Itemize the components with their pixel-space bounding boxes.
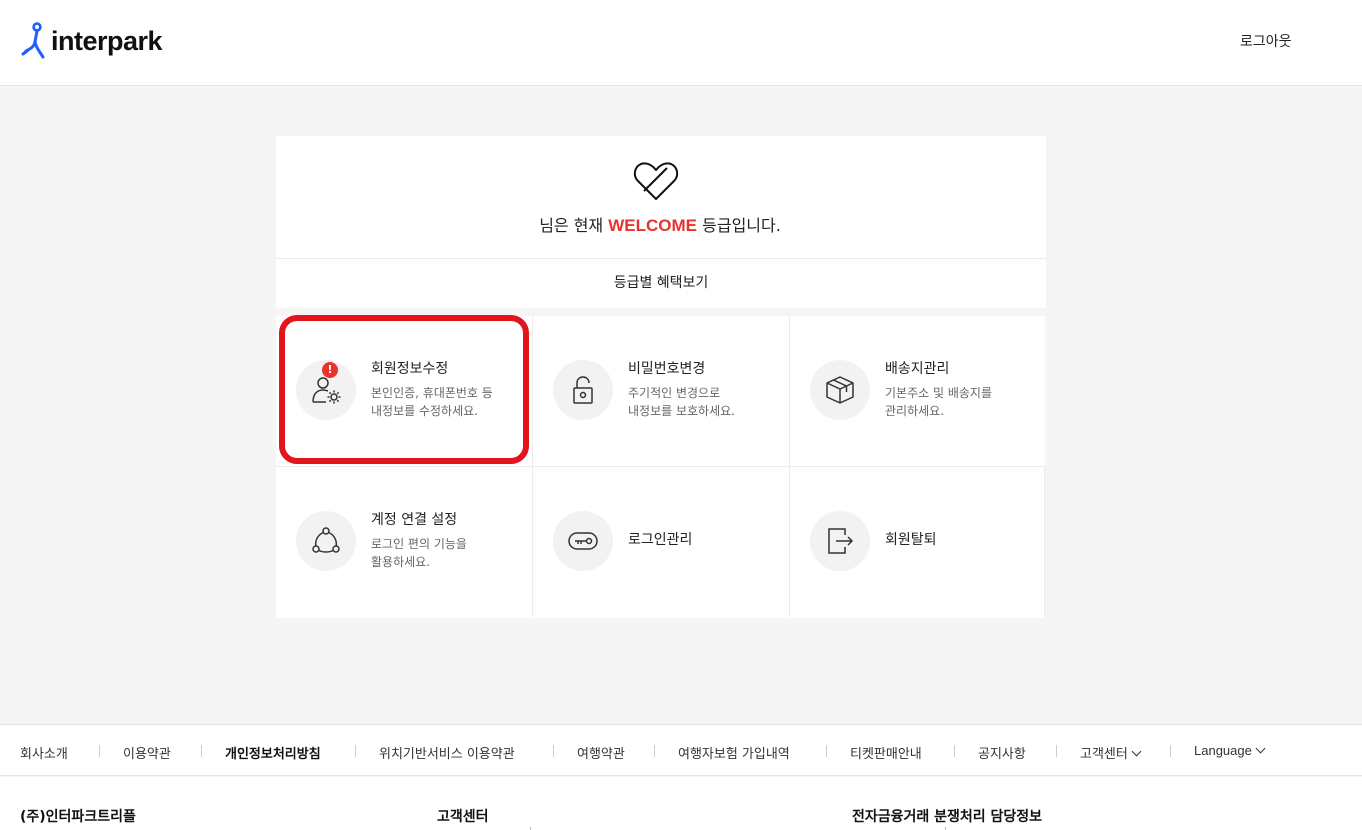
footer-nav: 회사소개 이용약관 개인정보처리방침 위치기반서비스 이용약관 여행약관 여행자… <box>0 724 1362 776</box>
exit-icon <box>810 511 870 571</box>
footer-language-dropdown[interactable]: Language <box>1194 743 1266 758</box>
grade-message: 님은 현재 WELCOME 등급입니다. <box>276 212 1046 236</box>
logo-text: interpark <box>51 25 163 56</box>
divider <box>99 745 100 757</box>
menu-title: 로그인관리 <box>628 532 693 548</box>
heart-icon <box>633 162 679 200</box>
dropdown-label: 고객센터 <box>1080 747 1128 762</box>
menu-desc-line: 내정보를 수정하세요. <box>371 404 478 418</box>
menu-description: 본인인증, 휴대폰번호 등 내정보를 수정하세요. <box>371 384 493 420</box>
divider <box>1170 745 1171 757</box>
grade-name: WELCOME <box>608 216 698 235</box>
menu-desc-line: 로그인 편의 기능을 <box>371 537 467 551</box>
menu-shipping-address[interactable]: 배송지관리 기본주소 및 배송지를 관리하세요. <box>789 316 1045 466</box>
menu-title: 계정 연결 설정 <box>371 512 458 528</box>
footer-link-notice[interactable]: 공지사항 <box>978 743 1026 762</box>
menu-change-password[interactable]: 비밀번호변경 주기적인 변경으로 내정보를 보호하세요. <box>532 316 789 466</box>
grade-suffix: 등급입니다. <box>702 216 781 235</box>
divider <box>954 745 955 757</box>
divider <box>1056 745 1057 757</box>
alert-badge: ! <box>322 362 338 378</box>
box-icon <box>810 360 870 420</box>
logo-mark-icon <box>21 22 45 59</box>
chevron-down-icon <box>1131 746 1142 757</box>
dispute-info-heading: 전자금융거래 분쟁처리 담당정보 <box>852 809 1043 825</box>
company-name: (주)인터파크트리플 <box>20 809 136 825</box>
footer-link-ticket-info[interactable]: 티켓판매안내 <box>850 743 922 762</box>
grade-prefix: 님은 현재 <box>539 216 604 235</box>
divider <box>201 745 202 757</box>
footer-link-travel-terms[interactable]: 여행약관 <box>577 743 625 762</box>
interpark-logo[interactable]: interpark <box>20 22 163 60</box>
menu-description: 로그인 편의 기능을 활용하세요. <box>371 535 467 571</box>
divider <box>826 745 827 757</box>
menu-description: 주기적인 변경으로 내정보를 보호하세요. <box>628 384 735 420</box>
menu-withdraw[interactable]: 회원탈퇴 <box>789 467 1045 617</box>
grade-benefits-link[interactable]: 등급별 혜택보기 <box>276 259 1046 308</box>
divider <box>553 745 554 757</box>
menu-desc-line: 본인인증, 휴대폰번호 등 <box>371 386 493 400</box>
footer-link-travel-insurance[interactable]: 여행자보험 가입내역 <box>678 743 790 762</box>
menu-desc-line: 기본주소 및 배송지를 <box>885 386 992 400</box>
menu-desc-line: 내정보를 보호하세요. <box>628 404 735 418</box>
footer-link-company[interactable]: 회사소개 <box>20 743 68 762</box>
logout-link[interactable]: 로그아웃 <box>1240 31 1292 51</box>
key-icon <box>553 511 613 571</box>
menu-title: 비밀번호변경 <box>628 361 706 377</box>
divider <box>654 745 655 757</box>
header: interpark 로그아웃 <box>0 0 1362 86</box>
footer-link-terms[interactable]: 이용약관 <box>123 743 171 762</box>
footer-link-privacy[interactable]: 개인정보처리방침 <box>225 743 321 762</box>
chevron-down-icon <box>1255 743 1266 754</box>
footer-link-location-terms[interactable]: 위치기반서비스 이용약관 <box>379 743 515 762</box>
padlock-icon <box>553 360 613 420</box>
menu-login-management[interactable]: 로그인관리 <box>532 467 789 617</box>
menu-title: 회원탈퇴 <box>885 532 937 548</box>
menu-desc-line: 활용하세요. <box>371 555 431 569</box>
menu-description: 기본주소 및 배송지를 관리하세요. <box>885 384 992 420</box>
menu-account-link[interactable]: 계정 연결 설정 로그인 편의 기능을 활용하세요. <box>276 467 532 617</box>
customer-center-heading: 고객센터 <box>437 809 489 825</box>
menu-title: 회원정보수정 <box>371 361 449 377</box>
divider <box>355 745 356 757</box>
menu-title: 배송지관리 <box>885 361 950 377</box>
footer-customer-center-dropdown[interactable]: 고객센터 <box>1080 743 1142 762</box>
account-menu-grid: 회원정보수정 본인인증, 휴대폰번호 등 내정보를 수정하세요. 비밀번호변경 … <box>276 316 1045 618</box>
menu-desc-line: 관리하세요. <box>885 404 945 418</box>
dropdown-label: Language <box>1194 743 1252 758</box>
link-network-icon <box>296 511 356 571</box>
footer-info: (주)인터파크트리플 고객센터 전자금융거래 분쟁처리 담당정보 <box>0 777 1362 830</box>
menu-edit-profile[interactable]: 회원정보수정 본인인증, 휴대폰번호 등 내정보를 수정하세요. <box>276 316 532 466</box>
menu-desc-line: 주기적인 변경으로 <box>628 386 721 400</box>
